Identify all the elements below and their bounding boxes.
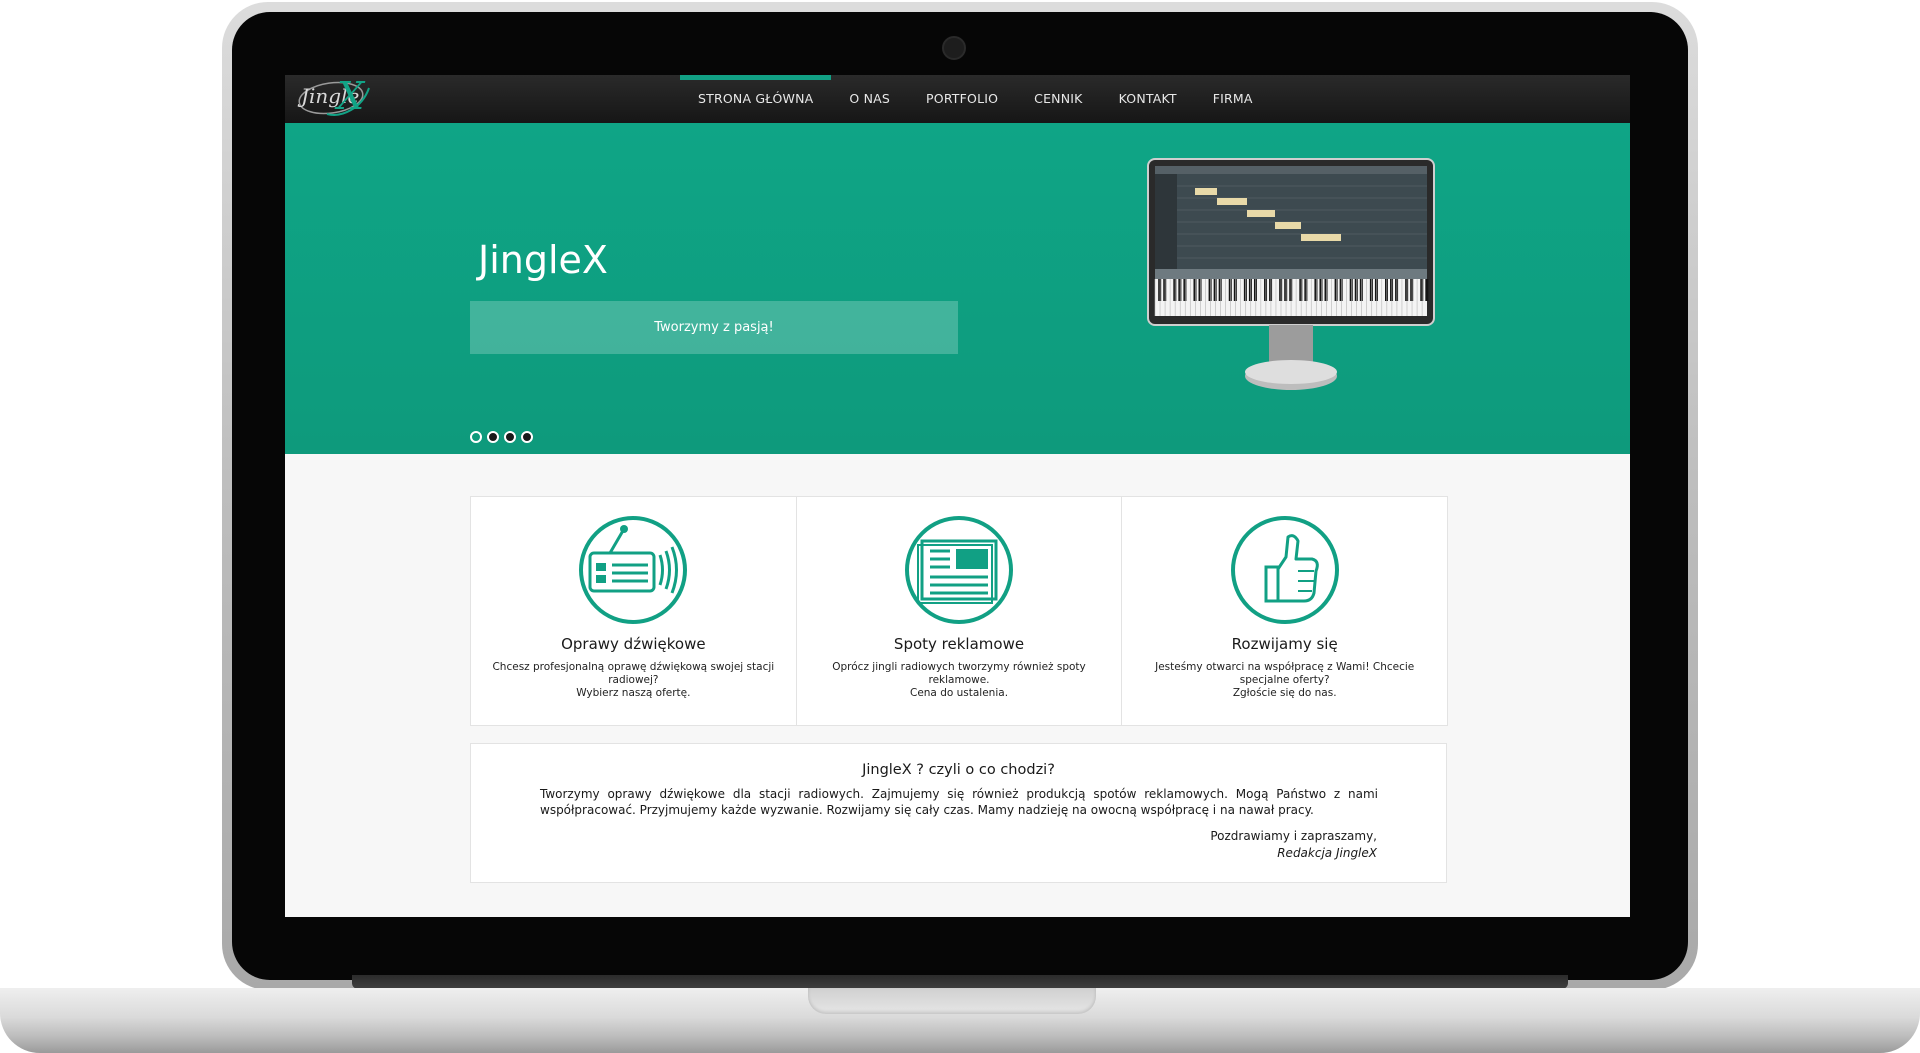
nav-item-portfolio[interactable]: PORTFOLIO: [908, 75, 1016, 123]
about-title: JingleX ? czyli o co chodzi?: [862, 762, 1055, 778]
hero-slider: JingleX Tworzymy z pasją!: [285, 123, 1630, 454]
webcam-icon: [942, 36, 966, 60]
about-greeting: Pozdrawiamy i zapraszamy,: [1210, 829, 1377, 843]
feature-text-line: Zgłoście się do nas.: [1232, 687, 1337, 699]
feature-title: Oprawy dźwiękowe: [561, 635, 706, 653]
feature-text: Oprócz jingli radiowych tworzymy również…: [805, 661, 1114, 700]
radio-icon: [579, 516, 688, 624]
nav-item-home[interactable]: STRONA GŁÓWNA: [680, 75, 832, 123]
feature-text-line: Cena do ustalenia.: [909, 687, 1009, 699]
hero-subtitle-text: Tworzymy z pasją!: [654, 320, 774, 335]
slider-dot-1[interactable]: [470, 431, 482, 443]
navbar: Jingle X STRONA GŁÓWNA O NAS PORTFOLIO C…: [285, 75, 1630, 123]
feature-card: Oprawy dźwiękowe Chcesz profesjonalną op…: [470, 496, 797, 726]
about-text: Tworzymy oprawy dźwiękowe dla stacji rad…: [540, 787, 1378, 817]
slider-dot-2[interactable]: [487, 431, 499, 443]
feature-text-line: Oprócz jingli radiowych tworzymy również…: [832, 661, 1086, 686]
feature-title: Spoty reklamowe: [893, 635, 1025, 653]
monitor-illustration: [1147, 158, 1435, 390]
laptop-notch: [808, 988, 1096, 1014]
nav-item-company[interactable]: FIRMA: [1195, 75, 1271, 123]
feature-text-line: Chcesz profesjonalną oprawę dźwiękową sw…: [492, 661, 775, 686]
main-nav: STRONA GŁÓWNA O NAS PORTFOLIO CENNIK KON…: [680, 75, 1271, 123]
about-signature: Pozdrawiamy i zapraszamy, Redakcja Jingl…: [1210, 828, 1377, 862]
logo-accent: X: [337, 75, 365, 118]
feature-text: Jesteśmy otwarci na współpracę z Wami! C…: [1130, 661, 1439, 700]
newspaper-icon: [905, 516, 1013, 624]
about-section: JingleX ? czyli o co chodzi? Tworzymy op…: [470, 743, 1447, 883]
nav-item-contact[interactable]: KONTAKT: [1101, 75, 1195, 123]
nav-item-pricing[interactable]: CENNIK: [1016, 75, 1100, 123]
about-team: Redakcja JingleX: [1277, 846, 1377, 860]
logo[interactable]: Jingle X: [297, 75, 377, 120]
feature-card: Spoty reklamowe Oprócz jingli radiowych …: [795, 496, 1123, 726]
slider-dot-4[interactable]: [521, 431, 533, 443]
feature-card: Rozwijamy się Jesteśmy otwarci na współp…: [1121, 496, 1449, 726]
hero-title: JingleX: [478, 238, 608, 282]
feature-text-line: Wybierz naszą ofertę.: [576, 687, 691, 699]
nav-item-about[interactable]: O NAS: [831, 75, 908, 123]
feature-title: Rozwijamy się: [1231, 635, 1338, 653]
feature-cards: Oprawy dźwiękowe Chcesz profesjonalną op…: [470, 496, 1449, 726]
laptop-hinge: [352, 975, 1568, 989]
website-screen: Jingle X STRONA GŁÓWNA O NAS PORTFOLIO C…: [285, 75, 1630, 917]
feature-text: Chcesz profesjonalną oprawę dźwiękową sw…: [479, 661, 788, 700]
feature-text-line: Jesteśmy otwarci na współpracę z Wami! C…: [1155, 661, 1415, 686]
thumbs-up-icon: [1230, 516, 1339, 624]
slider-dots: [470, 431, 533, 443]
slider-dot-3[interactable]: [504, 431, 516, 443]
hero-subtitle: Tworzymy z pasją!: [470, 301, 958, 354]
